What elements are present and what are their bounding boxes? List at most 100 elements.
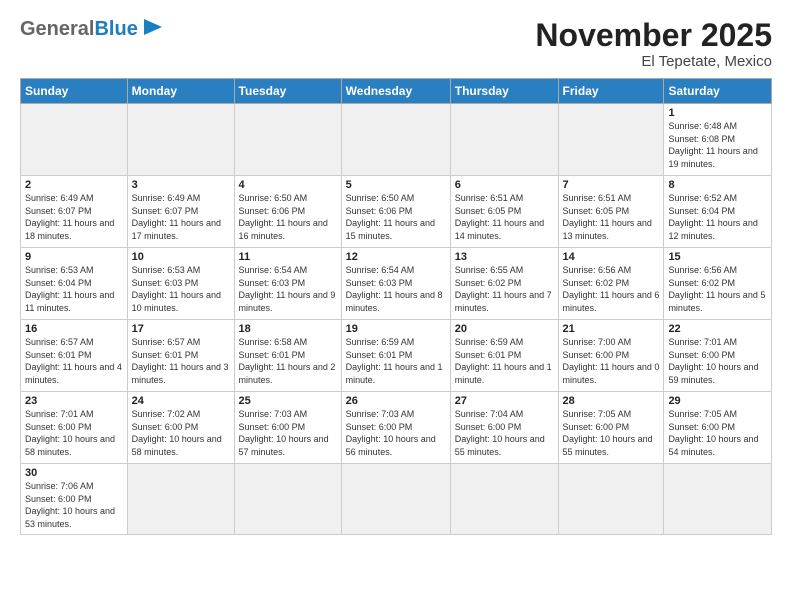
col-friday: Friday xyxy=(558,79,664,104)
table-row: 21Sunrise: 7:00 AMSunset: 6:00 PMDayligh… xyxy=(558,320,664,392)
day-info: Sunrise: 6:59 AMSunset: 6:01 PMDaylight:… xyxy=(346,336,446,386)
day-number: 11 xyxy=(239,251,337,263)
table-row xyxy=(127,104,234,176)
col-sunday: Sunday xyxy=(21,79,128,104)
col-saturday: Saturday xyxy=(664,79,772,104)
table-row: 13Sunrise: 6:55 AMSunset: 6:02 PMDayligh… xyxy=(450,248,558,320)
table-row: 12Sunrise: 6:54 AMSunset: 6:03 PMDayligh… xyxy=(341,248,450,320)
day-number: 5 xyxy=(346,179,446,191)
day-info: Sunrise: 6:55 AMSunset: 6:02 PMDaylight:… xyxy=(455,264,554,314)
day-info: Sunrise: 6:49 AMSunset: 6:07 PMDaylight:… xyxy=(25,192,123,242)
day-info: Sunrise: 7:05 AMSunset: 6:00 PMDaylight:… xyxy=(563,408,660,458)
table-row: 7Sunrise: 6:51 AMSunset: 6:05 PMDaylight… xyxy=(558,176,664,248)
table-row: 2Sunrise: 6:49 AMSunset: 6:07 PMDaylight… xyxy=(21,176,128,248)
table-row: 15Sunrise: 6:56 AMSunset: 6:02 PMDayligh… xyxy=(664,248,772,320)
day-number: 24 xyxy=(132,395,230,407)
day-number: 1 xyxy=(668,107,767,119)
day-info: Sunrise: 7:01 AMSunset: 6:00 PMDaylight:… xyxy=(25,408,123,458)
day-number: 2 xyxy=(25,179,123,191)
day-number: 7 xyxy=(563,179,660,191)
day-info: Sunrise: 6:53 AMSunset: 6:04 PMDaylight:… xyxy=(25,264,123,314)
day-number: 21 xyxy=(563,323,660,335)
day-number: 23 xyxy=(25,395,123,407)
day-number: 3 xyxy=(132,179,230,191)
table-row: 27Sunrise: 7:04 AMSunset: 6:00 PMDayligh… xyxy=(450,392,558,464)
day-info: Sunrise: 7:01 AMSunset: 6:00 PMDaylight:… xyxy=(668,336,767,386)
day-info: Sunrise: 6:54 AMSunset: 6:03 PMDaylight:… xyxy=(239,264,337,314)
day-number: 19 xyxy=(346,323,446,335)
table-row xyxy=(558,464,664,534)
table-row: 23Sunrise: 7:01 AMSunset: 6:00 PMDayligh… xyxy=(21,392,128,464)
day-info: Sunrise: 7:00 AMSunset: 6:00 PMDaylight:… xyxy=(563,336,660,386)
table-row: 6Sunrise: 6:51 AMSunset: 6:05 PMDaylight… xyxy=(450,176,558,248)
col-tuesday: Tuesday xyxy=(234,79,341,104)
table-row: 17Sunrise: 6:57 AMSunset: 6:01 PMDayligh… xyxy=(127,320,234,392)
day-number: 15 xyxy=(668,251,767,263)
table-row: 8Sunrise: 6:52 AMSunset: 6:04 PMDaylight… xyxy=(664,176,772,248)
day-info: Sunrise: 6:56 AMSunset: 6:02 PMDaylight:… xyxy=(668,264,767,314)
table-row xyxy=(234,464,341,534)
logo: General Blue xyxy=(20,18,162,41)
day-info: Sunrise: 6:51 AMSunset: 6:05 PMDaylight:… xyxy=(455,192,554,242)
table-row xyxy=(21,104,128,176)
day-info: Sunrise: 6:49 AMSunset: 6:07 PMDaylight:… xyxy=(132,192,230,242)
day-info: Sunrise: 6:57 AMSunset: 6:01 PMDaylight:… xyxy=(132,336,230,386)
location: El Tepetate, Mexico xyxy=(535,53,772,70)
table-row xyxy=(450,464,558,534)
day-number: 26 xyxy=(346,395,446,407)
table-row: 22Sunrise: 7:01 AMSunset: 6:00 PMDayligh… xyxy=(664,320,772,392)
day-info: Sunrise: 6:58 AMSunset: 6:01 PMDaylight:… xyxy=(239,336,337,386)
calendar-header-row: Sunday Monday Tuesday Wednesday Thursday… xyxy=(21,79,772,104)
table-row: 20Sunrise: 6:59 AMSunset: 6:01 PMDayligh… xyxy=(450,320,558,392)
day-info: Sunrise: 7:06 AMSunset: 6:00 PMDaylight:… xyxy=(25,480,123,530)
day-info: Sunrise: 6:56 AMSunset: 6:02 PMDaylight:… xyxy=(563,264,660,314)
logo-triangle-icon xyxy=(144,19,162,39)
day-number: 16 xyxy=(25,323,123,335)
table-row: 4Sunrise: 6:50 AMSunset: 6:06 PMDaylight… xyxy=(234,176,341,248)
day-number: 20 xyxy=(455,323,554,335)
table-row xyxy=(234,104,341,176)
day-info: Sunrise: 6:54 AMSunset: 6:03 PMDaylight:… xyxy=(346,264,446,314)
day-number: 30 xyxy=(25,467,123,479)
table-row: 29Sunrise: 7:05 AMSunset: 6:00 PMDayligh… xyxy=(664,392,772,464)
table-row xyxy=(664,464,772,534)
day-info: Sunrise: 6:52 AMSunset: 6:04 PMDaylight:… xyxy=(668,192,767,242)
table-row: 3Sunrise: 6:49 AMSunset: 6:07 PMDaylight… xyxy=(127,176,234,248)
day-number: 22 xyxy=(668,323,767,335)
logo-blue: Blue xyxy=(94,18,162,41)
table-row: 14Sunrise: 6:56 AMSunset: 6:02 PMDayligh… xyxy=(558,248,664,320)
table-row: 19Sunrise: 6:59 AMSunset: 6:01 PMDayligh… xyxy=(341,320,450,392)
table-row xyxy=(558,104,664,176)
table-row xyxy=(341,464,450,534)
table-row xyxy=(341,104,450,176)
day-number: 29 xyxy=(668,395,767,407)
day-info: Sunrise: 7:03 AMSunset: 6:00 PMDaylight:… xyxy=(346,408,446,458)
day-info: Sunrise: 7:04 AMSunset: 6:00 PMDaylight:… xyxy=(455,408,554,458)
day-info: Sunrise: 6:50 AMSunset: 6:06 PMDaylight:… xyxy=(239,192,337,242)
day-number: 13 xyxy=(455,251,554,263)
table-row: 5Sunrise: 6:50 AMSunset: 6:06 PMDaylight… xyxy=(341,176,450,248)
day-number: 27 xyxy=(455,395,554,407)
table-row: 26Sunrise: 7:03 AMSunset: 6:00 PMDayligh… xyxy=(341,392,450,464)
day-info: Sunrise: 6:57 AMSunset: 6:01 PMDaylight:… xyxy=(25,336,123,386)
day-info: Sunrise: 7:03 AMSunset: 6:00 PMDaylight:… xyxy=(239,408,337,458)
day-number: 8 xyxy=(668,179,767,191)
day-number: 25 xyxy=(239,395,337,407)
day-info: Sunrise: 6:59 AMSunset: 6:01 PMDaylight:… xyxy=(455,336,554,386)
day-info: Sunrise: 7:05 AMSunset: 6:00 PMDaylight:… xyxy=(668,408,767,458)
table-row xyxy=(127,464,234,534)
month-title: November 2025 xyxy=(535,18,772,53)
day-number: 17 xyxy=(132,323,230,335)
day-number: 10 xyxy=(132,251,230,263)
day-info: Sunrise: 6:48 AMSunset: 6:08 PMDaylight:… xyxy=(668,120,767,170)
day-info: Sunrise: 6:53 AMSunset: 6:03 PMDaylight:… xyxy=(132,264,230,314)
day-number: 14 xyxy=(563,251,660,263)
title-block: November 2025 El Tepetate, Mexico xyxy=(535,18,772,70)
day-info: Sunrise: 6:50 AMSunset: 6:06 PMDaylight:… xyxy=(346,192,446,242)
col-monday: Monday xyxy=(127,79,234,104)
table-row xyxy=(450,104,558,176)
col-wednesday: Wednesday xyxy=(341,79,450,104)
day-number: 28 xyxy=(563,395,660,407)
day-number: 4 xyxy=(239,179,337,191)
table-row: 16Sunrise: 6:57 AMSunset: 6:01 PMDayligh… xyxy=(21,320,128,392)
